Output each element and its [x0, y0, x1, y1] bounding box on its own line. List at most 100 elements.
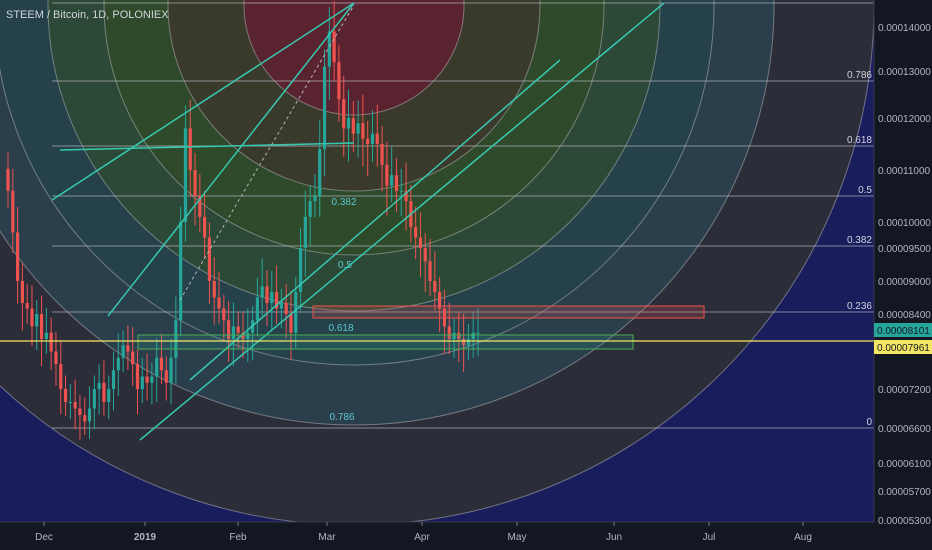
- candle-body: [313, 196, 317, 202]
- resistance-zone: [312, 305, 705, 319]
- candle-body: [131, 351, 135, 364]
- candle-body: [169, 357, 173, 383]
- y-tick-label: 0.00009000: [878, 277, 931, 288]
- candle-body: [423, 248, 427, 262]
- candle-body: [25, 303, 29, 309]
- candle-body: [188, 128, 192, 170]
- candle-body: [308, 201, 312, 217]
- x-tick-label: 2019: [134, 532, 157, 543]
- candle-body: [73, 402, 77, 409]
- candle-body: [361, 123, 365, 139]
- last-price-value: 0.00008101: [877, 326, 930, 337]
- fib-label-0.236: 0.236: [847, 301, 872, 312]
- symbol-title: STEEM / Bitcoin, 1D, POLONIEX: [6, 9, 169, 21]
- candle-body: [102, 382, 106, 402]
- candle-body: [356, 123, 360, 134]
- fib-label-0.382: 0.382: [847, 235, 872, 246]
- candle-body: [15, 232, 20, 281]
- candle-body: [322, 66, 327, 150]
- candle-body: [11, 190, 15, 233]
- candle-body: [222, 308, 226, 321]
- x-tick-label: Apr: [414, 532, 430, 543]
- candle-body: [164, 370, 168, 383]
- candle-body: [44, 332, 48, 339]
- candle-body: [270, 292, 274, 303]
- candle-body: [49, 332, 53, 352]
- candle-body: [217, 297, 221, 309]
- candle-body: [207, 237, 212, 281]
- candle-body: [54, 351, 58, 364]
- candle-body: [83, 415, 87, 422]
- candle-body: [399, 190, 403, 192]
- support-zone: [137, 334, 634, 350]
- y-tick-label: 0.00013000: [878, 67, 931, 78]
- candle-body: [390, 175, 394, 186]
- candle-body: [337, 62, 341, 100]
- candle-body: [203, 216, 207, 238]
- chart-root[interactable]: 10.7860.6180.50.3820.23600.3820.50.6180.…: [0, 0, 932, 550]
- candle-body: [116, 357, 120, 371]
- x-tick-label: Aug: [794, 532, 812, 543]
- candle-body: [135, 364, 140, 389]
- x-tick-label: Jul: [703, 532, 716, 543]
- candle-body: [159, 357, 164, 371]
- candle-body: [68, 402, 72, 403]
- y-tick-label: 0.00008400: [878, 310, 931, 321]
- candle-body: [279, 303, 283, 309]
- candle-body: [428, 261, 432, 281]
- candle-body: [418, 237, 423, 248]
- candle-body: [370, 133, 375, 144]
- fan-label-0.382: 0.382: [331, 197, 356, 208]
- candle-body: [30, 308, 34, 327]
- candle-body: [318, 149, 322, 196]
- candle-body: [265, 286, 269, 303]
- y-tick-label: 0.00007200: [878, 385, 931, 396]
- candle-body: [380, 144, 384, 165]
- candle-body: [92, 389, 96, 409]
- candle-body: [212, 281, 216, 298]
- candle-body: [59, 364, 63, 389]
- x-tick-label: Feb: [229, 532, 247, 543]
- hline-price-value: 0.00007961: [877, 343, 930, 354]
- candle-body: [39, 314, 44, 339]
- candle-body: [78, 408, 82, 415]
- y-tick-label: 0.00009500: [878, 244, 931, 255]
- y-tick-label: 0.00014000: [878, 23, 931, 34]
- candle-body: [35, 314, 39, 327]
- candle-body: [394, 175, 399, 191]
- candle-body: [107, 389, 111, 402]
- candle-body: [346, 118, 351, 129]
- candle-body: [155, 357, 159, 377]
- y-tick-label: 0.00011000: [878, 166, 931, 177]
- candle-body: [289, 314, 293, 333]
- candle-body: [121, 345, 125, 358]
- candle-body: [476, 332, 480, 334]
- candle-body: [284, 303, 288, 314]
- y-tick-label: 0.00006100: [878, 459, 931, 470]
- candle-body: [145, 376, 149, 383]
- candle-body: [6, 168, 10, 191]
- candle-body: [183, 128, 188, 222]
- fib-label-0.618: 0.618: [847, 135, 872, 146]
- candle-body: [385, 164, 389, 186]
- price-chart[interactable]: 10.7860.6180.50.3820.23600.3820.50.6180.…: [0, 0, 932, 550]
- y-tick-label: 0.00012000: [878, 114, 931, 125]
- candle-body: [63, 389, 68, 402]
- candle-body: [20, 281, 24, 303]
- candle-body: [126, 345, 130, 352]
- candle-body: [366, 138, 370, 144]
- candle-body: [179, 222, 183, 321]
- candle-body: [433, 281, 437, 292]
- fan-label-0.786: 0.786: [329, 412, 354, 423]
- candle-body: [342, 99, 346, 129]
- candle-body: [97, 382, 101, 389]
- y-tick-label: 0.00005700: [878, 487, 931, 498]
- candle-body: [236, 326, 240, 333]
- candle-body: [414, 227, 418, 238]
- candle-body: [140, 376, 144, 389]
- x-tick-label: Jun: [606, 532, 622, 543]
- x-tick-label: Mar: [318, 532, 336, 543]
- fib-label-1: 1: [866, 0, 872, 3]
- candle-body: [260, 286, 264, 298]
- x-tick-label: Dec: [35, 532, 53, 543]
